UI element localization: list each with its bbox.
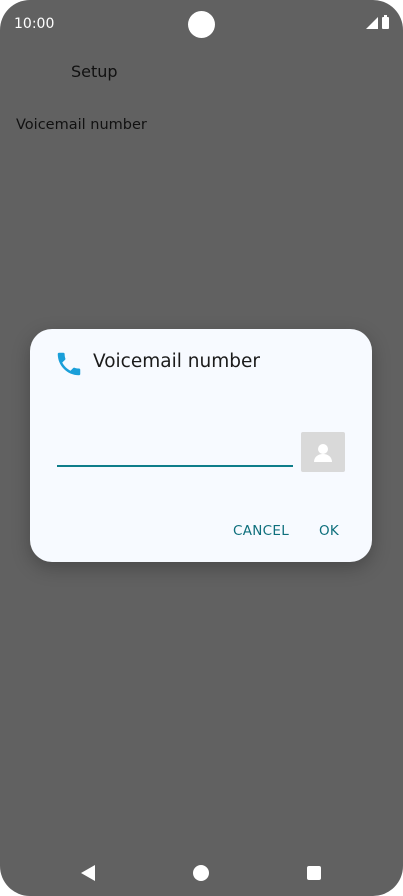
contact-icon (314, 444, 332, 462)
page-title: Setup (71, 62, 118, 81)
ok-button[interactable]: OK (319, 523, 339, 539)
back-icon[interactable] (81, 865, 95, 881)
phone-icon (57, 352, 81, 376)
status-time: 10:00 (14, 16, 55, 32)
home-icon[interactable] (193, 865, 209, 881)
dialog-title: Voicemail number (93, 351, 260, 372)
signal-icon (366, 17, 378, 29)
phone-screen: 10:00 Setup Voicemail number Voicemail n… (0, 0, 403, 896)
setting-item-voicemail-number[interactable]: Voicemail number (16, 117, 147, 133)
battery-icon (382, 15, 389, 29)
status-icons (366, 15, 389, 29)
dialog-actions: CANCEL OK (30, 519, 372, 543)
navigation-bar (0, 852, 403, 896)
voicemail-number-dialog: Voicemail number CANCEL OK (30, 329, 372, 562)
status-bar: 10:00 (0, 0, 403, 48)
contact-picker-button[interactable] (301, 432, 345, 472)
recents-icon[interactable] (307, 866, 321, 880)
camera-cutout (188, 11, 215, 38)
voicemail-number-input[interactable] (57, 435, 293, 467)
cancel-button[interactable]: CANCEL (233, 523, 289, 539)
